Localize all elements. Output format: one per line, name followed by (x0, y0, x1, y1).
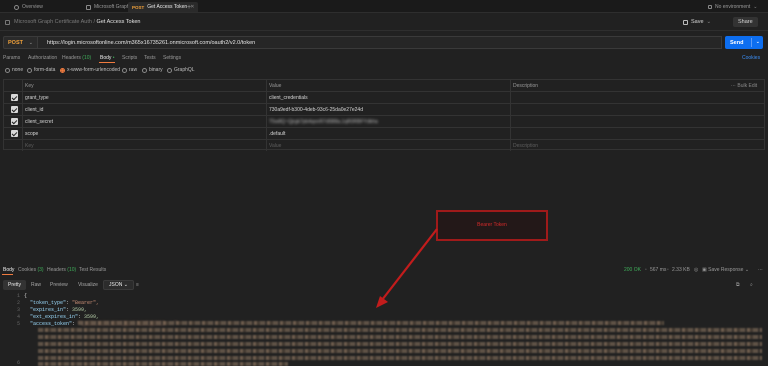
response-size: 2.33 KB (672, 267, 690, 273)
view-visualize[interactable]: Visualize (73, 280, 103, 290)
wrap-icon[interactable]: ≡ (131, 280, 144, 290)
save-response-button[interactable]: ▣ Save Response ⌄ (702, 267, 749, 273)
status-badge: 200 OK (624, 267, 641, 273)
response-body[interactable]: 1 2 3 4 5 6 { "token_type": "Bearer", "e… (0, 292, 768, 366)
globe-icon[interactable]: ◎ (694, 267, 698, 273)
view-preview[interactable]: Preview (45, 280, 73, 290)
redacted-token-line (38, 349, 762, 353)
json-ext-expires-in: "ext_expires_in": 3599, (30, 314, 100, 320)
active-tab-indicator (2, 274, 13, 275)
redacted-token-line (38, 362, 288, 366)
chevron-down-icon: ⌄ (744, 267, 750, 273)
view-pretty[interactable]: Pretty (3, 280, 27, 290)
more-icon[interactable]: ⋯ (758, 267, 763, 273)
redacted-token-line (38, 335, 762, 339)
redacted-token-line (38, 328, 762, 332)
response-toolbar: Pretty Raw Preview Visualize JSON ⌄ ≡ ⧉ … (0, 279, 768, 291)
resp-tab-headers[interactable]: Headers (10) (47, 267, 76, 273)
redacted-token-line (38, 356, 762, 360)
format-select[interactable]: JSON ⌄ (103, 280, 134, 290)
redacted-token-line (38, 342, 762, 346)
resp-tab-test-results[interactable]: Test Results (79, 267, 106, 273)
resp-tab-cookies[interactable]: Cookies (3) (18, 267, 44, 273)
response-tabs: Body Cookies (3) Headers (10) Test Resul… (2, 267, 763, 275)
resp-tab-body[interactable]: Body (3, 267, 14, 273)
json-token-type: "token_type": "Bearer", (30, 300, 100, 306)
copy-icon[interactable]: ⧉ (731, 280, 745, 290)
response-time: 567 ms (650, 267, 667, 273)
redacted-token-line (78, 321, 664, 325)
search-icon[interactable]: ⌕ (745, 280, 758, 290)
chevron-down-icon: ⌄ (123, 282, 128, 288)
json-expires-in: "expires_in": 3599, (30, 307, 88, 313)
view-raw[interactable]: Raw (26, 280, 46, 290)
